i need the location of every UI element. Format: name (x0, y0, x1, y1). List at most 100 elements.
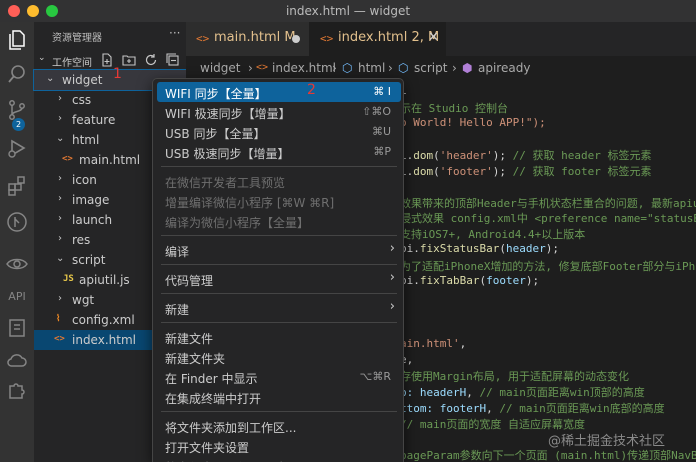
tree-label: wgt (72, 293, 95, 307)
chevron-right-icon: › (332, 61, 337, 75)
code-line: p: headerH, // main页面距离win顶部的高度 (400, 384, 645, 400)
breadcrumb: widget › <> index.html › ⬡ html › ⬡ scri… (186, 56, 696, 80)
extensions-icon[interactable] (5, 174, 29, 198)
tree-label: index.html (72, 333, 136, 347)
code-token: fixStatusBar (419, 242, 500, 255)
code-line: pi.fixStatusBar(header); (400, 242, 559, 255)
menu-item[interactable]: 新建文件夹 (157, 347, 401, 367)
tree-label: html (72, 133, 100, 147)
menu-item-label: 在微信开发者工具预览 (165, 176, 286, 190)
code-token: pageParam参数向下一个页面 (main.html)传递顶部NavBar (400, 449, 696, 462)
code-token: ( (433, 149, 440, 163)
code-token: 示在 Studio 控制台 (400, 101, 508, 115)
menu-item-label: 代码管理 (165, 274, 214, 288)
chevron-right-icon: › (389, 241, 395, 256)
annotation-number-2: 2 (307, 82, 316, 98)
run-debug-icon[interactable] (5, 136, 29, 160)
menu-item[interactable]: USB 极速同步【增量】 ⌘P (157, 142, 401, 162)
tab-label: main.html M (214, 30, 296, 45)
menu-item: 在微信开发者工具预览 (157, 171, 401, 191)
menu-item[interactable]: WIFI 极速同步【增量】 ⇧⌘O (157, 102, 401, 122)
menu-item[interactable]: 代码管理 › (157, 269, 401, 289)
menu-item[interactable]: USB 同步【全量】 ⌘U (157, 122, 401, 142)
menu-separator (161, 235, 397, 236)
menu-item[interactable]: 打开文件夹设置 (157, 436, 401, 456)
menu-item[interactable]: 在集成终端中打开 (157, 387, 401, 407)
tree-label: css (72, 93, 92, 107)
menu-item-label: 将文件夹添加到工作区... (165, 421, 297, 435)
code-token: 'footer' (439, 165, 493, 178)
chevron-down-icon: ⌄ (46, 73, 55, 84)
menu-item-shortcut: ⌥⌘R (359, 370, 391, 383)
breadcrumb-item[interactable]: apiready (478, 61, 530, 75)
code-line: pageParam参数向下一个页面 (main.html)传递顶部NavBar (400, 447, 696, 462)
git-graph-icon[interactable] (5, 210, 29, 234)
breadcrumb-item[interactable]: html (358, 61, 385, 75)
menu-item[interactable]: 编译 › (157, 240, 401, 260)
breadcrumb-item[interactable]: script (414, 61, 447, 75)
menu-item[interactable]: 新建文件 (157, 327, 401, 347)
tab-index-html[interactable]: <> index.html 2, M ✕ (310, 22, 446, 56)
refresh-icon[interactable] (144, 53, 158, 67)
menu-separator (161, 411, 397, 412)
api-icon[interactable]: API (0, 290, 34, 303)
chevron-right-icon: › (58, 173, 62, 184)
code-token: ); (492, 165, 513, 178)
search-icon[interactable] (5, 62, 29, 86)
menu-item-label: USB 极速同步【增量】 (165, 147, 290, 161)
new-folder-icon[interactable] (122, 53, 136, 67)
menu-item[interactable]: 将文件夹添加到工作区... (157, 416, 401, 436)
unsaved-dot-icon (292, 35, 300, 43)
plugin-puzzle-icon[interactable] (5, 378, 29, 402)
tab-main-html[interactable]: <> main.html M (186, 22, 310, 56)
code-token: // 获取 header 标签元素 (512, 149, 652, 163)
menu-item-label: 在集成终端中打开 (165, 392, 262, 406)
cloud-icon[interactable] (5, 348, 29, 372)
chevron-right-icon: › (58, 113, 62, 124)
context-menu: WIFI 同步【全量】 ⌘ I WIFI 极速同步【增量】 ⇧⌘O USB 同步【全量】… (152, 78, 404, 462)
chevron-right-icon: › (58, 293, 62, 304)
code-token: 效果带来的顶部Header与手机状态栏重合的问题, 最新apiu (400, 196, 696, 210)
menu-item[interactable]: 新建 › (157, 298, 401, 318)
tree-label: apiutil.js (79, 273, 130, 287)
preview-eye-icon[interactable] (5, 252, 29, 276)
breadcrumb-item[interactable]: index.html (272, 61, 336, 75)
menu-separator (161, 166, 397, 167)
menu-item[interactable]: WIFI 同步【全量】 ⌘ I (157, 82, 401, 102)
code-line: 为了适配iPhoneX增加的方法, 修复底部Footer部分与iPho (400, 258, 696, 274)
tree-label: res (72, 233, 91, 247)
activity-bar: 2 API (0, 22, 34, 462)
code-token: 存使用Margin布局, 用于适配屏幕的动态变化 (400, 370, 629, 384)
workspace-label: 工作空间 (52, 58, 92, 69)
menu-separator (161, 322, 397, 323)
code-line: 浸式效果 config.xml中 <preference name="statu… (400, 210, 696, 226)
html-file-icon: <> (256, 62, 269, 73)
code-token: ttom: (400, 402, 440, 415)
menu-item-label: 编译为微信小程序【全量】 (165, 216, 310, 230)
code-line: 效果带来的顶部Header与手机状态栏重合的问题, 最新apiu (400, 195, 696, 211)
menu-item-label: WIFI 极速同步【增量】 (165, 107, 291, 121)
device-icon[interactable] (5, 316, 29, 340)
code-token: // main页面距离win底部的高度 (499, 402, 665, 415)
menu-item[interactable]: 在 Finder 中显示 ⌥⌘R (157, 367, 401, 387)
menu-item: 增量编译微信小程序 [⌘W ⌘R] (157, 191, 401, 211)
code-token: // 获取 footer 标签元素 (512, 165, 652, 178)
code-token: dom (413, 165, 434, 178)
menu-item-label: 增量编译微信小程序 [⌘W ⌘R] (165, 196, 335, 210)
menu-item[interactable]: 将文件夹从工作区删除 (157, 456, 401, 462)
menu-item-label: 在 Finder 中显示 (165, 372, 258, 386)
collapse-all-icon[interactable] (166, 53, 180, 67)
workspace-header[interactable]: ⌄ 工作空间 (34, 50, 186, 70)
files-icon[interactable] (5, 28, 29, 52)
tree-label: config.xml (72, 313, 135, 327)
code-line: i.dom('footer'); // 获取 footer 标签元素 (400, 163, 651, 179)
chevron-down-icon: ⌄ (56, 253, 65, 264)
code-token: 为了适配iPhoneX增加的方法, 修复底部Footer部分与iPho (400, 259, 696, 273)
explorer-more-actions[interactable]: ··· (169, 26, 180, 40)
close-icon[interactable]: ✕ (428, 30, 439, 45)
code-line: ain.html', (400, 337, 466, 350)
window-title: index.html — widget (285, 4, 411, 18)
breadcrumb-item[interactable]: widget (200, 61, 240, 75)
new-file-icon[interactable] (100, 53, 114, 67)
scm-badge: 2 (12, 118, 25, 131)
